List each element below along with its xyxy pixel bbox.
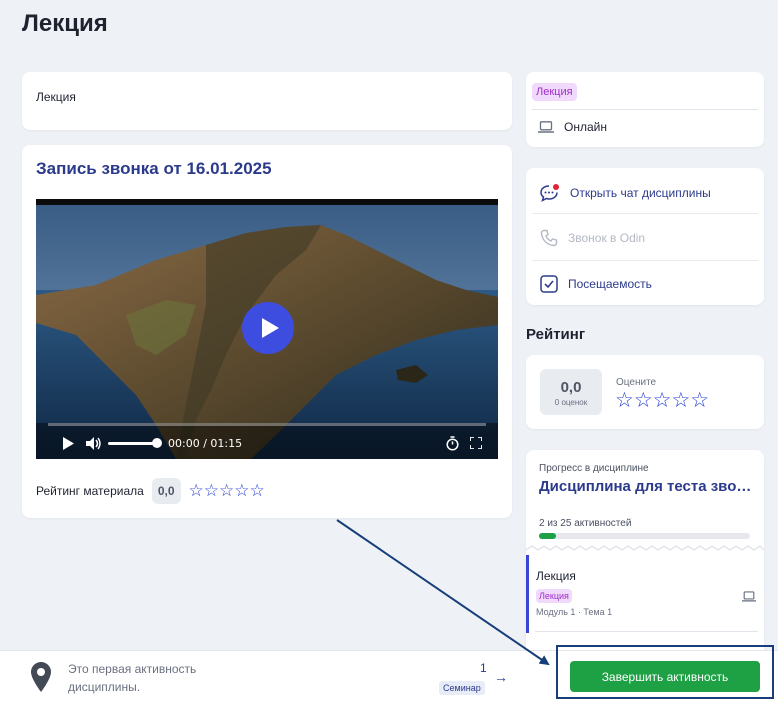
volume-slider-knob[interactable] bbox=[152, 438, 162, 448]
progress-count: 2 из 25 активностей bbox=[539, 518, 632, 529]
material-rating-stars[interactable]: ☆☆☆☆☆ bbox=[189, 482, 265, 500]
description-text: Лекция bbox=[36, 90, 76, 104]
description-card: Лекция bbox=[22, 72, 512, 130]
open-chat-button[interactable]: Открыть чат дисциплины bbox=[526, 170, 764, 216]
open-chat-label: Открыть чат дисциплины bbox=[570, 186, 711, 200]
activity-type-tag: Лекция bbox=[532, 83, 577, 101]
attendance-button[interactable]: Посещаемость bbox=[526, 261, 764, 307]
progress-bar-fill bbox=[539, 533, 556, 539]
video-card: Запись звонка от 16.01.2025 00:00 / 01:1… bbox=[22, 145, 512, 518]
attendance-label: Посещаемость bbox=[568, 277, 652, 291]
phone-icon bbox=[540, 229, 558, 247]
volume-slider[interactable] bbox=[108, 442, 156, 445]
location-pin-icon bbox=[31, 662, 51, 692]
video-title: Запись звонка от 16.01.2025 bbox=[36, 159, 272, 178]
activity-item-tag: Лекция bbox=[536, 589, 572, 603]
laptop-icon bbox=[538, 121, 554, 133]
video-player[interactable]: 00:00 / 01:15 bbox=[36, 199, 498, 459]
video-controls: 00:00 / 01:15 bbox=[36, 423, 498, 459]
material-rating-value: 0,0 bbox=[151, 478, 181, 504]
volume-icon[interactable] bbox=[86, 437, 102, 450]
material-rating: Рейтинг материала 0,0 ☆☆☆☆☆ bbox=[36, 478, 265, 504]
next-activity-type[interactable]: Семинар bbox=[439, 681, 485, 695]
material-rating-label: Рейтинг материала bbox=[36, 484, 144, 498]
rate-stars[interactable]: ☆☆☆☆☆ bbox=[615, 390, 709, 411]
activity-item-meta: Модуль 1 · Тема 1 bbox=[536, 607, 613, 617]
rate-label: Оцените bbox=[616, 377, 657, 388]
activity-info-card: Лекция Онлайн bbox=[526, 72, 764, 147]
activity-format: Онлайн bbox=[538, 120, 607, 134]
divider bbox=[535, 631, 758, 632]
discipline-title[interactable]: Дисциплина для теста звонков bbox=[539, 478, 753, 495]
play-icon bbox=[262, 318, 279, 338]
chat-icon bbox=[540, 184, 559, 202]
fullscreen-icon[interactable] bbox=[470, 437, 482, 449]
rating-score-box: 0,0 0 оценок bbox=[540, 369, 602, 415]
laptop-icon bbox=[742, 591, 756, 602]
checkbox-icon bbox=[540, 275, 558, 293]
divider bbox=[532, 109, 758, 110]
odin-call-label: Звонок в Odin bbox=[568, 231, 646, 245]
divider bbox=[532, 213, 758, 214]
rating-heading: Рейтинг bbox=[526, 326, 586, 343]
page-title: Лекция bbox=[22, 10, 108, 37]
next-arrow-icon[interactable]: → bbox=[494, 669, 508, 685]
actions-card: Открыть чат дисциплины Звонок в Odin Пос… bbox=[526, 168, 764, 305]
next-activity-number[interactable]: 1 bbox=[480, 661, 487, 675]
zigzag-divider bbox=[526, 545, 764, 551]
play-button[interactable] bbox=[242, 302, 294, 354]
activity-format-label: Онлайн bbox=[564, 120, 607, 134]
progress-bar bbox=[539, 533, 750, 539]
first-activity-message: Это первая активность дисциплины. bbox=[68, 662, 197, 694]
play-small-icon[interactable] bbox=[62, 437, 74, 450]
progress-label: Прогресс в дисциплине bbox=[539, 463, 649, 474]
rating-score: 0,0 bbox=[560, 379, 582, 396]
current-activity-item[interactable]: Лекция Лекция Модуль 1 · Тема 1 bbox=[526, 555, 764, 633]
activity-item-title: Лекция bbox=[536, 569, 576, 583]
finish-activity-button[interactable]: Завершить активность bbox=[570, 661, 760, 692]
timer-icon[interactable] bbox=[446, 436, 459, 451]
rating-card: 0,0 0 оценок Оцените ☆☆☆☆☆ bbox=[526, 355, 764, 429]
rating-count: 0 оценок bbox=[554, 398, 588, 407]
odin-call-button[interactable]: Звонок в Odin bbox=[526, 215, 764, 261]
video-time: 00:00 / 01:15 bbox=[168, 437, 243, 450]
video-progress-bar[interactable] bbox=[48, 423, 486, 426]
